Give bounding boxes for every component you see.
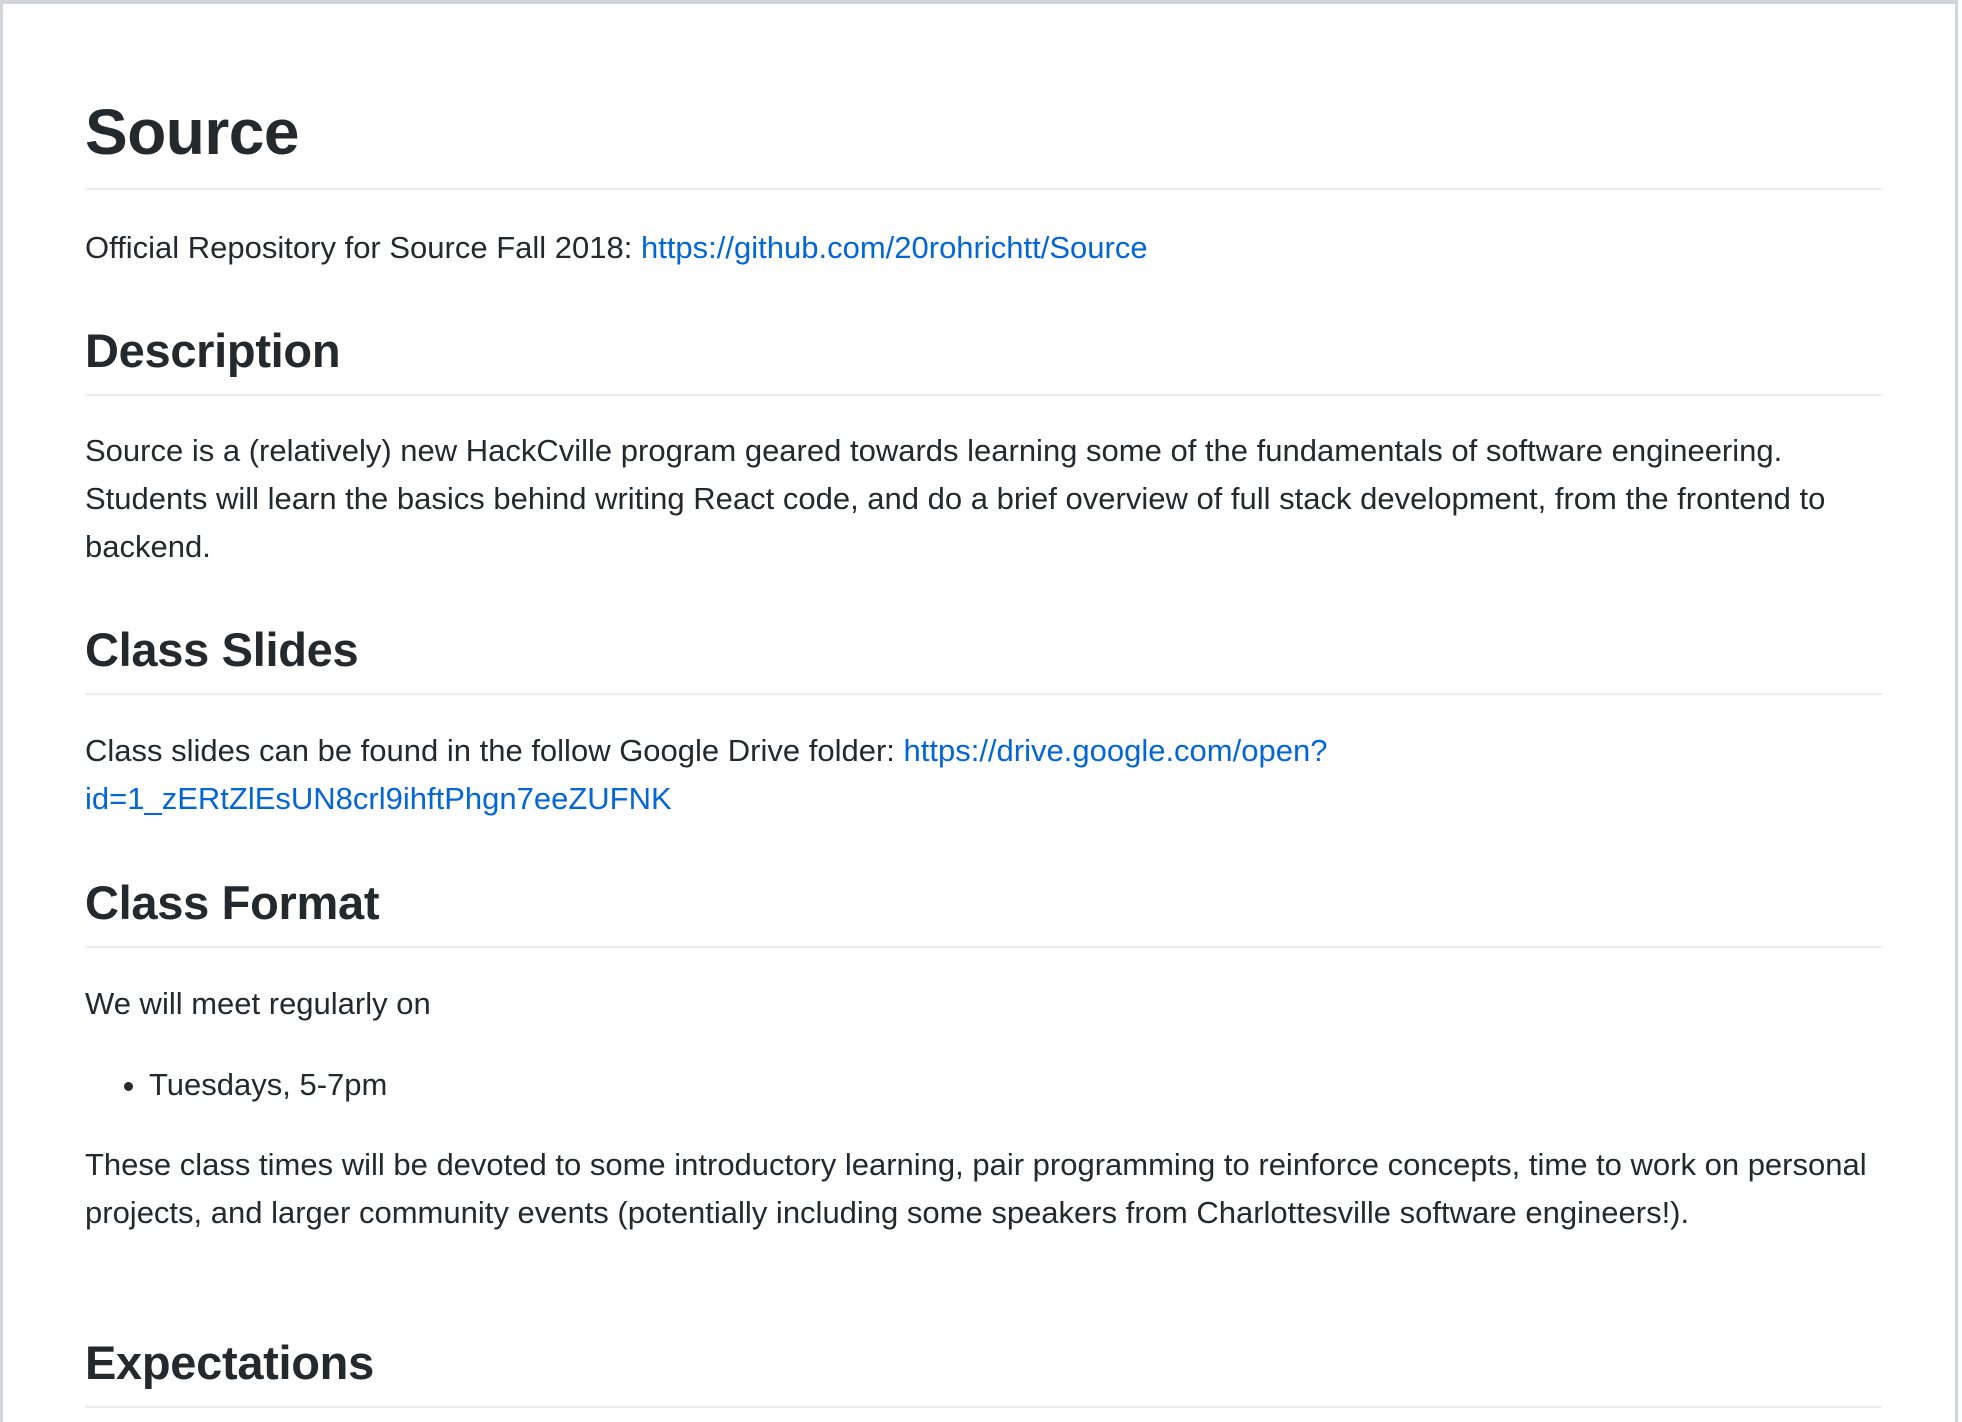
schedule-list-item: Tuesdays, 5-7pm bbox=[149, 1061, 387, 1109]
readme-frame: Source Official Repository for Source Fa… bbox=[0, 0, 1958, 1422]
schedule-list: Tuesdays, 5-7pm bbox=[85, 1061, 387, 1109]
intro-text: Official Repository for Source Fall 2018… bbox=[85, 230, 641, 265]
repository-link[interactable]: https://github.com/20rohrichtt/Source bbox=[641, 230, 1148, 265]
intro-paragraph: Official Repository for Source Fall 2018… bbox=[85, 224, 1882, 272]
description-paragraph: Source is a (relatively) new HackCville … bbox=[85, 433, 1826, 564]
class-format-paragraph: These class times will be devoted to som… bbox=[85, 1147, 1867, 1230]
expectations-heading: Expectations bbox=[85, 1332, 1882, 1408]
class-slides-heading: Class Slides bbox=[85, 619, 1882, 695]
class-format-intro: We will meet regularly on bbox=[85, 986, 431, 1021]
page-title: Source bbox=[85, 86, 1882, 190]
description-heading: Description bbox=[85, 320, 1882, 396]
class-format-heading: Class Format bbox=[85, 872, 1882, 948]
google-drive-link-part-1: https://drive.google.com/open? bbox=[903, 733, 1328, 768]
class-slides-text: Class slides can be found in the follow … bbox=[85, 733, 904, 768]
class-slides-paragraph: Class slides can be found in the follow … bbox=[85, 727, 1882, 823]
google-drive-link-part-2: id=1_zERtZlEsUN8crl9ihftPhgn7eeZUFNK bbox=[85, 781, 672, 816]
